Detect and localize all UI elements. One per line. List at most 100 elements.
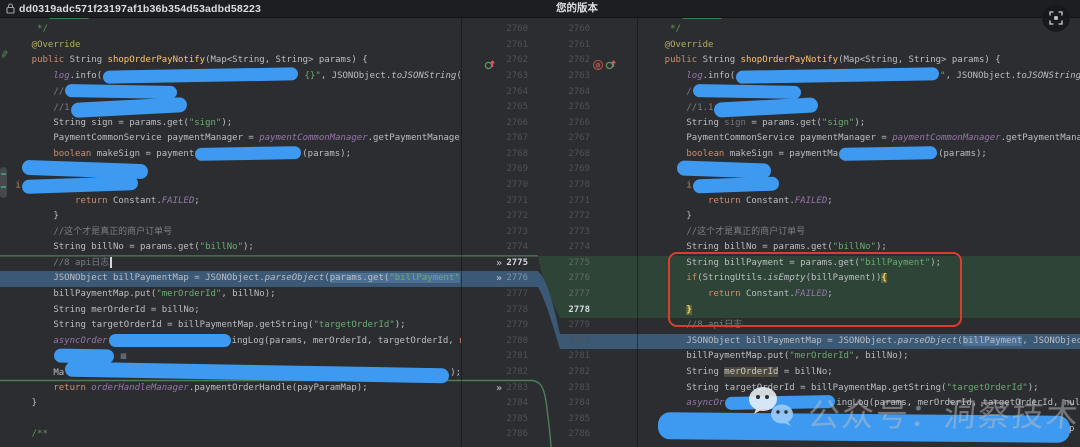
- code-line: */: [643, 22, 681, 38]
- line-number: 2777: [494, 287, 528, 303]
- code-line: //这个才是真正的商户订单号: [643, 225, 805, 241]
- line-number: 2773: [556, 225, 590, 241]
- code-line: billPaymentMap.put("merOrderId", billNo)…: [10, 287, 276, 303]
- censor-scribble: [736, 67, 939, 84]
- code-line: [643, 162, 772, 178]
- code-line: }: [10, 396, 37, 412]
- overriding-method-icon[interactable]: [484, 56, 496, 68]
- left-code-panel[interactable]: * @return */ @Override public String sho…: [0, 0, 461, 447]
- line-number: 2785: [494, 412, 528, 428]
- line-number: 2767: [494, 131, 528, 147]
- line-number: 2761: [556, 38, 590, 54]
- line-number: 2767: [556, 131, 590, 147]
- censor-scribble: [658, 412, 1070, 443]
- line-number: 2760: [556, 22, 590, 38]
- code-line: }: [643, 303, 692, 319]
- code-line: public String shopOrderPayNotify(Map<Str…: [10, 53, 368, 69]
- code-line: //8 api日志: [643, 318, 742, 334]
- diff-viewer-window: * @return */ @Override public String sho…: [0, 0, 1080, 447]
- line-number: 2780: [494, 334, 528, 350]
- text-caret: [110, 257, 112, 268]
- censor-scribble: [195, 146, 301, 161]
- code-line: boolean makeSign = payment(params);: [10, 147, 351, 163]
- code-line: @Override: [10, 38, 80, 54]
- code-line: }: [643, 209, 692, 225]
- line-number: 2782: [494, 365, 528, 381]
- code-line: String sign = params.get("sign");: [10, 116, 232, 132]
- line-number: 2782: [556, 365, 590, 381]
- line-number: 2779: [494, 318, 528, 334]
- code-line: return Constant.FAILED;: [643, 287, 833, 303]
- line-number: 2775: [556, 256, 590, 272]
- code-line: String targetOrderId = billPaymentMap.ge…: [643, 381, 1039, 397]
- left-gutter-divider: [461, 17, 462, 447]
- code-line: /**: [10, 427, 48, 443]
- code-line: */: [10, 22, 48, 38]
- line-number: 2781: [556, 349, 590, 365]
- code-line: billPaymentMap.put("merOrderId", billNo)…: [643, 349, 909, 365]
- commit-hash-title: dd0319adc571f23197af1b36b354d53adbd58223: [19, 3, 261, 15]
- line-number: 2779: [556, 318, 590, 334]
- code-line: //1: [10, 100, 188, 116]
- censor-scribble: [725, 395, 835, 410]
- code-line: @Override: [643, 38, 713, 54]
- line-number: 2768: [556, 147, 590, 163]
- change-marker-scrollbar[interactable]: [0, 167, 7, 198]
- code-line: asyncOrderingLog(params, merOrderId, tar…: [10, 334, 461, 350]
- censor-scribble: [839, 146, 937, 161]
- line-number: 2765: [494, 100, 528, 116]
- line-number: 2783: [556, 381, 590, 397]
- code-line: log.info(", JSONObject.toJSONString(para…: [643, 69, 1080, 85]
- expand-button[interactable]: [1042, 4, 1070, 32]
- line-number: 2786: [556, 427, 590, 443]
- line-number: 2776: [556, 271, 590, 287]
- censor-scribble: [693, 176, 779, 193]
- line-number: 2774: [556, 240, 590, 256]
- line-number: 2771: [556, 194, 590, 210]
- line-number: 2778: [494, 303, 528, 319]
- expand-icon: [1049, 11, 1063, 25]
- line-number: 2785: [556, 412, 590, 428]
- annotated-method-icon[interactable]: @: [592, 56, 604, 68]
- code-line: return Constant.FAILED;: [643, 194, 833, 210]
- censor-scribble: [693, 84, 801, 99]
- line-number: 2769: [556, 162, 590, 178]
- line-number: 2774: [494, 240, 528, 256]
- line-number: 2770: [556, 178, 590, 194]
- line-number: 2780: [556, 334, 590, 350]
- line-number: 2770: [494, 178, 528, 194]
- line-number: 2763: [556, 69, 590, 85]
- code-line: String billNo = params.get("billNo");: [643, 240, 887, 256]
- right-gutter-divider: [637, 17, 638, 447]
- line-number: 2773: [494, 225, 528, 241]
- code-line: //8 api日志: [10, 256, 112, 272]
- censor-scribble: [109, 334, 231, 347]
- line-number: 2762: [556, 53, 590, 69]
- code-line: }: [10, 209, 59, 225]
- right-code-panel[interactable]: * @return */ @Override public String sho…: [640, 0, 1080, 447]
- left-line-number-gutter: 2759276027612762276327642765276627672768…: [461, 0, 538, 447]
- censor-scribble: [22, 176, 138, 194]
- code-line: return orderHandleManager.paymentOrderHa…: [10, 381, 368, 397]
- code-line: //1.1: [643, 100, 819, 116]
- changed-line-chevron-icon[interactable]: »: [486, 271, 502, 287]
- changed-line-chevron-icon[interactable]: »: [486, 381, 502, 397]
- line-number: 2771: [494, 194, 528, 210]
- code-line: PaymentCommonService paymentManager = pa…: [643, 131, 1080, 147]
- censor-scribble: [65, 84, 177, 99]
- code-line: String billPayment = params.get("billPay…: [643, 256, 941, 272]
- code-line: /: [643, 85, 802, 101]
- code-line: JSONObject billPaymentMap = JSONObject.p…: [643, 334, 1080, 350]
- svg-text:@: @: [596, 61, 600, 69]
- code-fragment: p: [1069, 424, 1074, 434]
- line-number: 2772: [494, 209, 528, 225]
- changed-line-chevron-icon[interactable]: »: [486, 256, 502, 272]
- line-number: 2784: [494, 396, 528, 412]
- line-number: 2766: [494, 116, 528, 132]
- code-line: if(StringUtils.isEmpty(billPayment)){: [643, 271, 887, 287]
- lock-icon: [6, 3, 15, 14]
- line-number: 2781: [494, 349, 528, 365]
- line-number: 2768: [494, 147, 528, 163]
- overriding-method-icon[interactable]: [605, 56, 617, 68]
- censor-scribble: [103, 67, 298, 83]
